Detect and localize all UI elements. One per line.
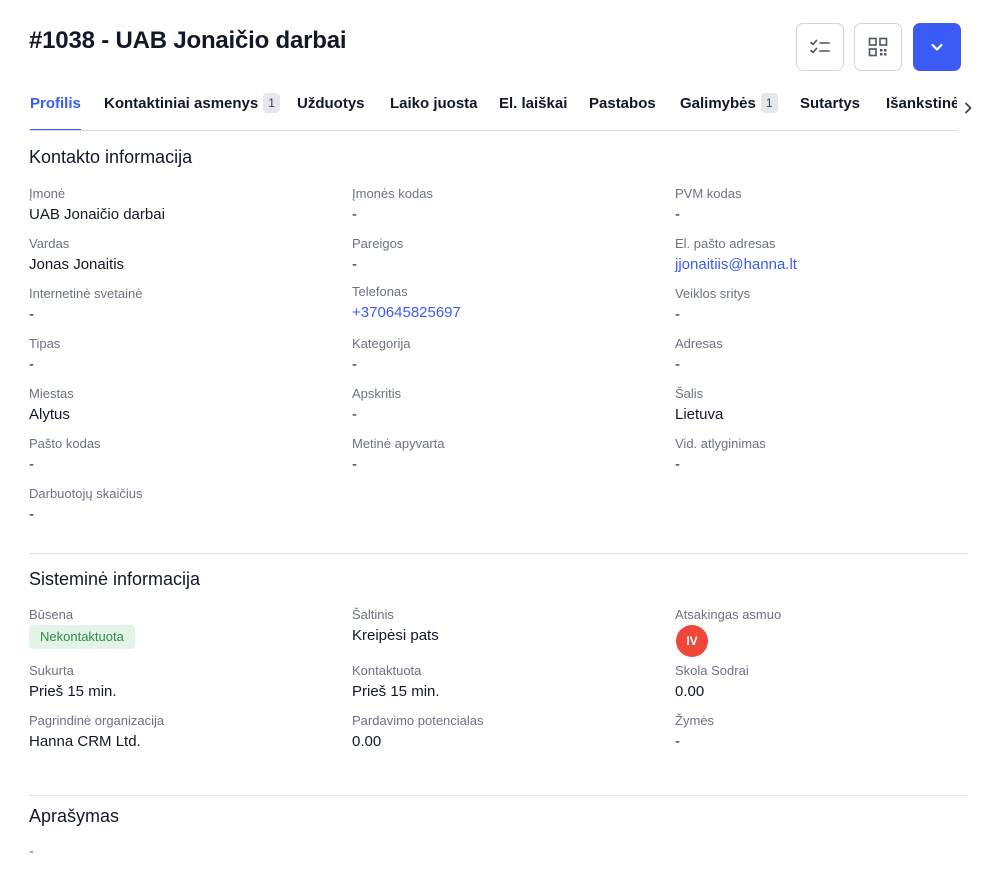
status-badge[interactable]: Nekontaktuota bbox=[29, 625, 135, 649]
tab-kontaktiniai-asmenys[interactable]: Kontaktiniai asmenys 1 bbox=[104, 93, 280, 130]
field-busena: Būsena Nekontaktuota bbox=[29, 607, 329, 649]
count-badge: 1 bbox=[263, 93, 280, 113]
section-title-system: Sisteminė informacija bbox=[29, 569, 201, 589]
tab-bar: Profilis Kontaktiniai asmenys 1 Užduotys … bbox=[29, 93, 957, 131]
field-veiklos-sritys: Veiklos sritys - bbox=[675, 286, 751, 323]
tasks-button[interactable] bbox=[796, 23, 844, 71]
checklist-icon bbox=[809, 37, 831, 57]
field-pagrindine-organizacija: Pagrindinė organizacija Hanna CRM Ltd. bbox=[29, 713, 165, 750]
field-tipas: Tipas - bbox=[29, 336, 61, 373]
count-badge: 1 bbox=[760, 93, 778, 113]
section-title-contact: Kontakto informacija bbox=[29, 147, 193, 167]
field-el-pasto-adresas: El. pašto adresas jjonaitiis@hanna.lt bbox=[675, 236, 975, 274]
field-pvm-kodas: PVM kodas - bbox=[675, 186, 742, 223]
section-divider bbox=[29, 553, 968, 554]
field-zymes: Žymės - bbox=[675, 713, 714, 750]
page-title: #1038 - UAB Jonaičio darbai bbox=[29, 27, 347, 54]
phone-link[interactable]: +370645825697 bbox=[352, 304, 652, 322]
field-kontaktuota: Kontaktuota Prieš 15 min. bbox=[352, 663, 440, 700]
field-sukurta: Sukurta Prieš 15 min. bbox=[29, 663, 117, 700]
field-darbuotoju-skaicius: Darbuotojų skaičius - bbox=[29, 486, 143, 523]
field-metine-apyvarta: Metinė apyvarta - bbox=[352, 436, 445, 473]
field-adresas: Adresas - bbox=[675, 336, 723, 373]
field-salis: Šalis Lietuva bbox=[675, 386, 724, 423]
field-telefonas: Telefonas +370645825697 bbox=[352, 284, 652, 322]
email-link[interactable]: jjonaitiis@hanna.lt bbox=[675, 256, 975, 274]
field-imone: Įmonė UAB Jonaičio darbai bbox=[29, 186, 165, 223]
section-divider bbox=[29, 795, 968, 796]
field-atsakingas-asmuo: Atsakingas asmuo IV bbox=[675, 607, 975, 657]
qr-code-icon bbox=[868, 37, 888, 57]
description-value: - bbox=[29, 843, 34, 860]
field-pardavimo-potencialas: Pardavimo potencialas 0.00 bbox=[352, 713, 484, 750]
tab-isankstines[interactable]: Išankstinės bbox=[886, 93, 957, 130]
tab-laiko-juosta[interactable]: Laiko juosta bbox=[390, 93, 478, 130]
field-apskritis: Apskritis - bbox=[352, 386, 402, 423]
field-pareigos: Pareigos - bbox=[352, 236, 404, 273]
section-title-description: Aprašymas bbox=[29, 806, 120, 826]
tab-uzduotys[interactable]: Užduotys bbox=[297, 93, 365, 130]
avatar[interactable]: IV bbox=[676, 625, 708, 657]
qr-code-button[interactable] bbox=[854, 23, 902, 71]
tab-pastabos[interactable]: Pastabos bbox=[589, 93, 656, 130]
field-saltinis: Šaltinis Kreipėsi pats bbox=[352, 607, 439, 644]
field-vid-atlyginimas: Vid. atlyginimas - bbox=[675, 436, 766, 473]
field-skola-sodrai: Skola Sodrai 0.00 bbox=[675, 663, 749, 700]
field-miestas: Miestas Alytus bbox=[29, 386, 74, 423]
tabs-scroll-right-button[interactable] bbox=[961, 100, 975, 116]
field-vardas: Vardas Jonas Jonaitis bbox=[29, 236, 125, 273]
tab-galimybes[interactable]: Galimybės 1 bbox=[680, 93, 778, 130]
tab-sutartys[interactable]: Sutartys bbox=[800, 93, 860, 130]
field-imones-kodas: Įmonės kodas - bbox=[352, 186, 433, 223]
field-pasto-kodas: Pašto kodas - bbox=[29, 436, 101, 473]
field-kategorija: Kategorija - bbox=[352, 336, 411, 373]
actions-menu-button[interactable] bbox=[913, 23, 961, 71]
field-internetine-svetaine: Internetinė svetainė - bbox=[29, 286, 143, 323]
chevron-right-icon bbox=[961, 102, 975, 120]
tab-el-laiskai[interactable]: El. laiškai bbox=[499, 93, 567, 130]
chevron-down-icon bbox=[930, 42, 944, 52]
tab-profilis[interactable]: Profilis bbox=[30, 93, 81, 130]
